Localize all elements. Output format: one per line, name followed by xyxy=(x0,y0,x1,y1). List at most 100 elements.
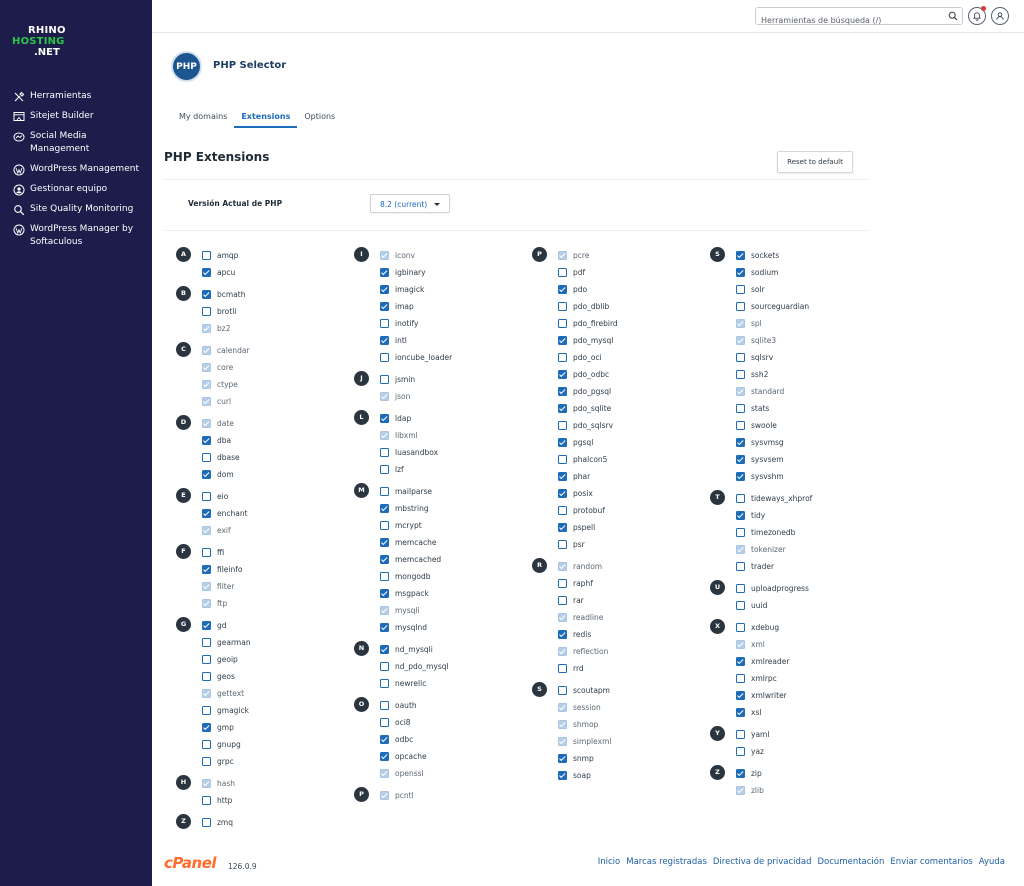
extension-checkbox[interactable] xyxy=(736,455,745,464)
extension-luasandbox[interactable]: luasandbox xyxy=(354,444,524,461)
extension-checkbox[interactable] xyxy=(380,336,389,345)
extension-nd-mysqli[interactable]: nd_mysqli xyxy=(354,641,524,658)
extension-checkbox[interactable] xyxy=(202,453,211,462)
extension-checkbox[interactable] xyxy=(202,757,211,766)
extension-checkbox[interactable] xyxy=(558,404,567,413)
extension-geoip[interactable]: geoip xyxy=(176,651,346,668)
extension-gmp[interactable]: gmp xyxy=(176,719,346,736)
extension-checkbox[interactable] xyxy=(558,630,567,639)
extension-sodium[interactable]: sodium xyxy=(710,264,880,281)
extension-geos[interactable]: geos xyxy=(176,668,346,685)
extension-checkbox[interactable] xyxy=(380,662,389,671)
extension-uploadprogress[interactable]: uploadprogress xyxy=(710,580,880,597)
extension-jsmin[interactable]: jsmin xyxy=(354,371,524,388)
extension-tideways-xhprof[interactable]: tideways_xhprof xyxy=(710,490,880,507)
extension-checkbox[interactable] xyxy=(202,740,211,749)
extension-checkbox[interactable] xyxy=(558,302,567,311)
extension-sysvsem[interactable]: sysvsem xyxy=(710,451,880,468)
extension-checkbox[interactable] xyxy=(202,470,211,479)
extension-sysvshm[interactable]: sysvshm xyxy=(710,468,880,485)
extension-checkbox[interactable] xyxy=(736,769,745,778)
extension-checkbox[interactable] xyxy=(558,472,567,481)
extension-pdo[interactable]: pdo xyxy=(532,281,702,298)
extension-checkbox[interactable] xyxy=(380,414,389,423)
extension-gearman[interactable]: gearman xyxy=(176,634,346,651)
extension-soap[interactable]: soap xyxy=(532,767,702,784)
sidebar-item-site-quality-monitoring[interactable]: Site Quality Monitoring xyxy=(0,203,152,216)
extension-timezonedb[interactable]: timezonedb xyxy=(710,524,880,541)
notifications-button[interactable] xyxy=(968,6,986,25)
extension-amqp[interactable]: amqp xyxy=(176,247,346,264)
extension-checkbox[interactable] xyxy=(202,655,211,664)
extension-checkbox[interactable] xyxy=(380,752,389,761)
extension-checkbox[interactable] xyxy=(380,487,389,496)
extension-pdo-sqlsrv[interactable]: pdo_sqlsrv xyxy=(532,417,702,434)
extension-pgsql[interactable]: pgsql xyxy=(532,434,702,451)
extension-checkbox[interactable] xyxy=(558,506,567,515)
extension-checkbox[interactable] xyxy=(558,421,567,430)
extension-checkbox[interactable] xyxy=(558,268,567,277)
extension-brotli[interactable]: brotli xyxy=(176,303,346,320)
extension-checkbox[interactable] xyxy=(558,771,567,780)
extension-checkbox[interactable] xyxy=(380,302,389,311)
extension-checkbox[interactable] xyxy=(202,492,211,501)
extension-checkbox[interactable] xyxy=(736,708,745,717)
extension-dbase[interactable]: dbase xyxy=(176,449,346,466)
extension-checkbox[interactable] xyxy=(736,601,745,610)
extension-checkbox[interactable] xyxy=(380,465,389,474)
extension-pspell[interactable]: pspell xyxy=(532,519,702,536)
extension-checkbox[interactable] xyxy=(202,548,211,557)
extension-checkbox[interactable] xyxy=(558,387,567,396)
extension-checkbox[interactable] xyxy=(558,540,567,549)
extension-checkbox[interactable] xyxy=(380,353,389,362)
extension-checkbox[interactable] xyxy=(558,285,567,294)
extension-checkbox[interactable] xyxy=(202,621,211,630)
extension-phar[interactable]: phar xyxy=(532,468,702,485)
extension-checkbox[interactable] xyxy=(202,723,211,732)
extension-checkbox[interactable] xyxy=(202,509,211,518)
extension-yaz[interactable]: yaz xyxy=(710,743,880,760)
extension-checkbox[interactable] xyxy=(380,319,389,328)
extension-tidy[interactable]: tidy xyxy=(710,507,880,524)
extension-http[interactable]: http xyxy=(176,792,346,809)
extension-memcached[interactable]: memcached xyxy=(354,551,524,568)
extension-memcache[interactable]: memcache xyxy=(354,534,524,551)
footer-link-enviar-comentarios[interactable]: Enviar comentarios xyxy=(890,857,972,867)
extension-oci8[interactable]: oci8 xyxy=(354,714,524,731)
extension-checkbox[interactable] xyxy=(558,370,567,379)
extension-checkbox[interactable] xyxy=(736,353,745,362)
extension-checkbox[interactable] xyxy=(736,730,745,739)
sidebar-item-herramientas[interactable]: Herramientas xyxy=(0,90,152,103)
extension-checkbox[interactable] xyxy=(380,679,389,688)
extension-ssh2[interactable]: ssh2 xyxy=(710,366,880,383)
extension-mbstring[interactable]: mbstring xyxy=(354,500,524,517)
extension-checkbox[interactable] xyxy=(380,448,389,457)
extension-ffi[interactable]: ffi xyxy=(176,544,346,561)
extension-checkbox[interactable] xyxy=(558,664,567,673)
extension-checkbox[interactable] xyxy=(736,623,745,632)
extension-checkbox[interactable] xyxy=(736,421,745,430)
extension-mcrypt[interactable]: mcrypt xyxy=(354,517,524,534)
extension-checkbox[interactable] xyxy=(558,523,567,532)
extension-zmq[interactable]: zmq xyxy=(176,814,346,831)
extension-nd-pdo-mysql[interactable]: nd_pdo_mysql xyxy=(354,658,524,675)
extension-odbc[interactable]: odbc xyxy=(354,731,524,748)
extension-checkbox[interactable] xyxy=(736,285,745,294)
extension-checkbox[interactable] xyxy=(558,336,567,345)
extension-checkbox[interactable] xyxy=(202,818,211,827)
extension-inotify[interactable]: inotify xyxy=(354,315,524,332)
footer-link-inicio[interactable]: Inicio xyxy=(598,857,621,867)
extension-pdo-firebird[interactable]: pdo_firebird xyxy=(532,315,702,332)
extension-checkbox[interactable] xyxy=(380,521,389,530)
extension-intl[interactable]: intl xyxy=(354,332,524,349)
extension-sysvmsg[interactable]: sysvmsg xyxy=(710,434,880,451)
php-version-select[interactable]: 8.2 (current) xyxy=(370,194,450,213)
extension-checkbox[interactable] xyxy=(736,472,745,481)
sidebar-item-sitejet-builder[interactable]: Sitejet Builder xyxy=(0,110,152,123)
extension-checkbox[interactable] xyxy=(202,268,211,277)
extension-mailparse[interactable]: mailparse xyxy=(354,483,524,500)
extension-protobuf[interactable]: protobuf xyxy=(532,502,702,519)
extension-pdo-mysql[interactable]: pdo_mysql xyxy=(532,332,702,349)
extension-pdo-dblib[interactable]: pdo_dblib xyxy=(532,298,702,315)
footer-link-ayuda[interactable]: Ayuda xyxy=(979,857,1005,867)
